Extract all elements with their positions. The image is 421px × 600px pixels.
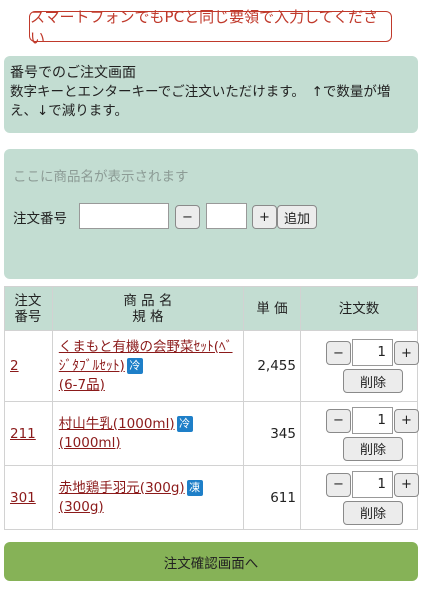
header-quantity: 注文数 — [299, 286, 419, 331]
decrement-button[interactable]: − — [325, 472, 351, 497]
quantity-cell: − 1 + 削除 — [299, 330, 419, 402]
notice-banner: スマートフォンでもPCと同じ要領で入力してください — [29, 8, 392, 47]
quantity-input[interactable]: 1 — [351, 339, 393, 366]
unit-price-cell: 611 — [243, 465, 301, 530]
table-row: 301 赤地鶏手羽元(300g) 凍 (300g) 611 − 1 + 削除 — [4, 465, 419, 530]
increment-button[interactable]: + — [393, 341, 419, 365]
order-number-link[interactable]: 2 — [10, 358, 19, 374]
order-number-cell: 211 — [4, 401, 53, 466]
entry-quantity-input[interactable] — [206, 203, 247, 229]
header-order-number: 注文 番号 — [4, 286, 53, 331]
decrement-button[interactable]: − — [325, 341, 351, 365]
quantity-cell: − 1 + 削除 — [299, 401, 419, 466]
order-number-link[interactable]: 211 — [10, 426, 36, 442]
entry-decrement-button[interactable]: − — [175, 205, 200, 229]
order-table: 注文 番号 商 品 名 規 格 単 価 注文数 2 くまもと有機の会野菜ｾｯﾄ(… — [4, 286, 419, 530]
frozen-badge: 凍 — [186, 479, 203, 496]
table-header-row: 注文 番号 商 品 名 規 格 単 価 注文数 — [4, 286, 419, 331]
info-text: 数字キーとエンターキーでご注文いただけます。 ↑で数量が増え、↓で減ります。 — [10, 84, 391, 119]
info-title: 番号でのご注文画面 — [10, 65, 136, 81]
order-number-link[interactable]: 301 — [10, 490, 36, 506]
product-spec-link[interactable]: (1000ml) — [59, 435, 121, 451]
order-number-label: 注文番号 — [13, 211, 67, 227]
header-name-line1: 商 品 名 — [123, 292, 173, 309]
product-spec-link[interactable]: (300g) — [59, 499, 104, 515]
product-name-link[interactable]: 村山牛乳(1000ml) — [59, 416, 175, 432]
header-name-line2: 規 格 — [132, 308, 164, 325]
info-panel: 番号でのご注文画面 数字キーとエンターキーでご注文いただけます。 ↑で数量が増え… — [4, 56, 418, 133]
order-confirm-button[interactable]: 注文確認画面へ — [4, 542, 418, 581]
unit-price-cell: 2,455 — [243, 330, 301, 402]
product-name-cell: くまもと有機の会野菜ｾｯﾄ(ﾍﾞｼﾞﾀﾌﾞﾙｾｯﾄ) 冷 (6-7品) — [51, 330, 245, 402]
quantity-cell: − 1 + 削除 — [299, 465, 419, 530]
delete-button[interactable]: 削除 — [342, 500, 403, 525]
product-name-cell: 村山牛乳(1000ml) 冷 (1000ml) — [51, 401, 245, 466]
product-name-cell: 赤地鶏手羽元(300g) 凍 (300g) — [51, 465, 245, 530]
entry-increment-button[interactable]: + — [252, 205, 277, 229]
header-no-line2: 番号 — [14, 308, 42, 325]
decrement-button[interactable]: − — [325, 408, 351, 433]
order-number-cell: 2 — [4, 330, 53, 402]
order-number-input[interactable] — [79, 203, 169, 229]
header-unit-price: 単 価 — [243, 286, 301, 331]
table-row: 211 村山牛乳(1000ml) 冷 (1000ml) 345 − 1 + 削除 — [4, 401, 419, 466]
refrigerated-badge: 冷 — [126, 357, 143, 374]
delete-button[interactable]: 削除 — [342, 369, 403, 393]
add-button[interactable]: 追加 — [277, 205, 317, 229]
product-name-link[interactable]: くまもと有機の会野菜ｾｯﾄ(ﾍﾞｼﾞﾀﾌﾞﾙｾｯﾄ) — [59, 339, 233, 374]
product-name-placeholder: ここに商品名が表示されます — [13, 169, 189, 185]
quantity-input[interactable]: 1 — [351, 470, 393, 498]
table-row: 2 くまもと有機の会野菜ｾｯﾄ(ﾍﾞｼﾞﾀﾌﾞﾙｾｯﾄ) 冷 (6-7品) 2,4… — [4, 330, 419, 402]
order-number-cell: 301 — [4, 465, 53, 530]
product-name-link[interactable]: 赤地鶏手羽元(300g) — [59, 480, 185, 496]
increment-button[interactable]: + — [393, 408, 419, 433]
unit-price-cell: 345 — [243, 401, 301, 466]
refrigerated-badge: 冷 — [176, 415, 193, 432]
quantity-input[interactable]: 1 — [351, 406, 393, 434]
product-spec-link[interactable]: (6-7品) — [59, 377, 105, 393]
delete-button[interactable]: 削除 — [342, 436, 403, 461]
header-no-line1: 注文 — [14, 292, 42, 309]
header-product-name: 商 品 名 規 格 — [51, 286, 245, 331]
order-entry-panel: ここに商品名が表示されます 注文番号 − + 追加 — [4, 149, 418, 279]
increment-button[interactable]: + — [393, 472, 419, 497]
